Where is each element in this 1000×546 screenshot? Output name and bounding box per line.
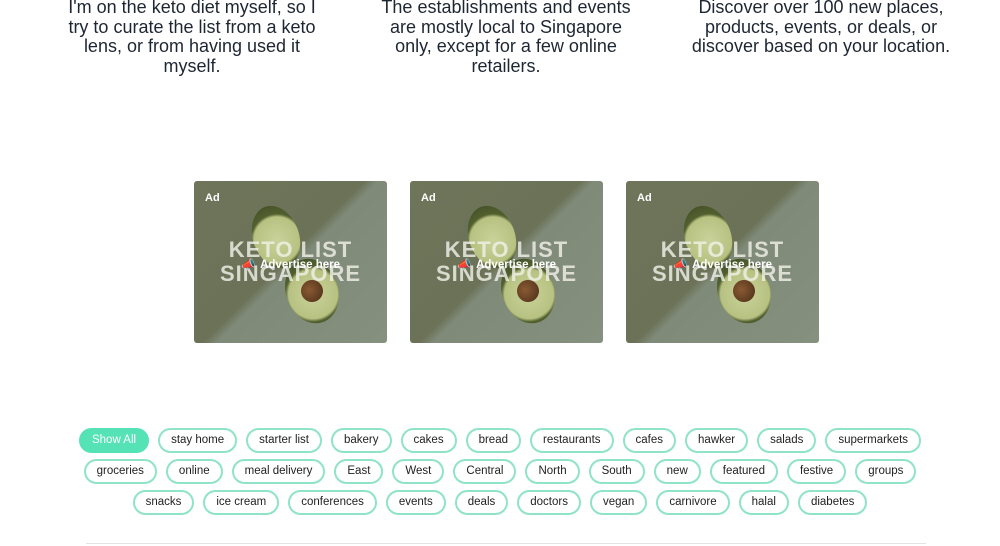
category-filter-tags: Show All stay home starter list bakery c… (78, 428, 922, 521)
tag-starter-list[interactable]: starter list (246, 428, 322, 453)
ad-card[interactable]: Ad KETO LIST SINGAPORE 📣 Advertise here (410, 181, 603, 343)
tag-row: snacks ice cream conferences events deal… (100, 490, 900, 515)
megaphone-icon: 📣 (672, 259, 688, 271)
tag-stay-home[interactable]: stay home (158, 428, 238, 453)
tag-groups[interactable]: groups (855, 459, 917, 484)
advertise-here-link[interactable]: 📣 Advertise here (410, 257, 603, 271)
tag-cakes[interactable]: cakes (400, 428, 457, 453)
tag-conferences[interactable]: conferences (288, 490, 377, 515)
tag-row: groceries online meal delivery East West… (83, 459, 917, 484)
tag-central[interactable]: Central (453, 459, 517, 484)
tag-doctors[interactable]: doctors (517, 490, 581, 515)
tag-bread[interactable]: bread (465, 428, 521, 453)
tag-deals[interactable]: deals (454, 490, 509, 515)
tag-hawker[interactable]: hawker (685, 428, 749, 453)
tag-west[interactable]: West (392, 459, 445, 484)
advertise-here-label: Advertise here (476, 259, 556, 271)
tag-ice-cream[interactable]: ice cream (203, 490, 280, 515)
tag-supermarkets[interactable]: supermarkets (825, 428, 922, 453)
tag-north[interactable]: North (525, 459, 580, 484)
tag-row: Show All stay home starter list bakery c… (78, 428, 922, 453)
tag-carnivore[interactable]: carnivore (656, 490, 730, 515)
advertise-here-link[interactable]: 📣 Advertise here (626, 257, 819, 271)
tag-festive[interactable]: festive (786, 459, 847, 484)
tag-diabetes[interactable]: diabetes (797, 490, 868, 515)
ad-badge: Ad (421, 192, 436, 204)
feature-text-keto-lens: I'm on the keto diet myself, so I try to… (68, 0, 316, 76)
megaphone-icon: 📣 (240, 259, 256, 271)
tag-halal[interactable]: halal (738, 490, 789, 515)
tag-featured[interactable]: featured (709, 459, 778, 484)
tag-meal-delivery[interactable]: meal delivery (231, 459, 326, 484)
tag-online[interactable]: online (165, 459, 223, 484)
tag-events[interactable]: events (385, 490, 446, 515)
tag-groceries[interactable]: groceries (83, 459, 157, 484)
tag-east[interactable]: East (334, 459, 384, 484)
tag-salads[interactable]: salads (757, 428, 817, 453)
advertise-here-link[interactable]: 📣 Advertise here (194, 257, 387, 271)
tag-vegan[interactable]: vegan (589, 490, 648, 515)
tag-snacks[interactable]: snacks (132, 490, 195, 515)
feature-text-local-singapore: The establishments and events are mostly… (381, 0, 631, 76)
ad-badge: Ad (637, 192, 652, 204)
ad-badge: Ad (205, 192, 220, 204)
divider (86, 543, 926, 544)
tag-new[interactable]: new (653, 459, 701, 484)
tag-restaurants[interactable]: restaurants (530, 428, 614, 453)
feature-text-discover: Discover over 100 new places, products, … (691, 0, 951, 56)
tag-show-all[interactable]: Show All (78, 428, 150, 453)
advertise-here-label: Advertise here (692, 259, 772, 271)
tag-bakery[interactable]: bakery (331, 428, 392, 453)
advertise-here-label: Advertise here (260, 259, 340, 271)
page: I'm on the keto diet myself, so I try to… (0, 0, 1000, 546)
ad-card[interactable]: Ad KETO LIST SINGAPORE 📣 Advertise here (194, 181, 387, 343)
megaphone-icon: 📣 (456, 259, 472, 271)
ad-card[interactable]: Ad KETO LIST SINGAPORE 📣 Advertise here (626, 181, 819, 343)
tag-cafes[interactable]: cafes (622, 428, 677, 453)
tag-south[interactable]: South (588, 459, 645, 484)
